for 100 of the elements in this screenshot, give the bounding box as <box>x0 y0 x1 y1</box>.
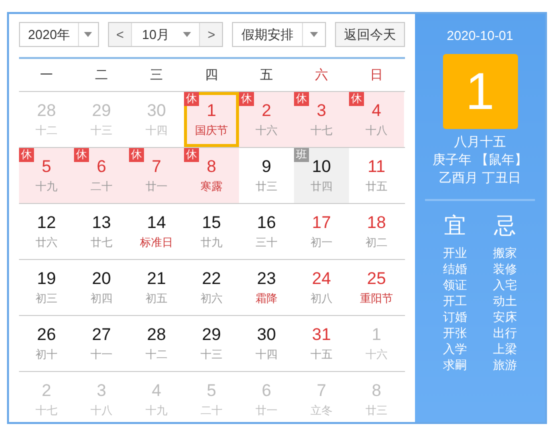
day-number: 27 <box>92 325 111 345</box>
almanac-item: 订婚 <box>443 309 467 325</box>
day-number: 28 <box>147 325 166 345</box>
day-cell[interactable]: 24 初八 <box>294 260 349 315</box>
day-cell[interactable]: 29 十三 <box>184 316 239 371</box>
day-cell[interactable]: 休 2 十六 <box>239 92 294 147</box>
lunar-date: 初一 <box>310 236 332 250</box>
lunar-date: 十一 <box>90 348 112 362</box>
caret-icon <box>310 32 318 37</box>
day-cell[interactable]: 12 廿六 <box>19 204 74 259</box>
day-cell[interactable]: 休 3 十七 <box>294 92 349 147</box>
lunar-date: 十二 <box>146 348 168 362</box>
year-select[interactable]: 2020年 <box>19 22 99 47</box>
almanac-item: 入宅 <box>493 277 517 293</box>
lunar-date: 廿四 <box>310 180 332 194</box>
day-cell[interactable]: 31 十五 <box>294 316 349 371</box>
day-cell[interactable]: 休 5 十九 <box>19 148 74 203</box>
lunar-date: 十四 <box>256 348 278 362</box>
almanac-item: 领证 <box>443 277 467 293</box>
day-number: 7 <box>152 157 162 177</box>
lunar-date: 十八 <box>90 404 112 418</box>
almanac-item: 搬家 <box>493 245 517 261</box>
lunar-date: 初六 <box>200 292 222 306</box>
almanac-item: 入学 <box>443 341 467 357</box>
day-badge: 班 <box>294 148 309 162</box>
day-cell[interactable]: 休 8 寒露 <box>184 148 239 203</box>
day-number: 19 <box>37 269 56 289</box>
day-cell[interactable]: 班 10 廿四 <box>294 148 349 203</box>
day-number: 8 <box>372 381 382 401</box>
day-number: 5 <box>206 381 216 401</box>
weekday-label: 四 <box>204 66 219 84</box>
day-number: 7 <box>316 381 326 401</box>
lunar-date: 寒露 <box>200 180 222 194</box>
lunar-date: 二十 <box>200 404 222 418</box>
day-cell[interactable]: 休 4 十八 <box>349 92 404 147</box>
almanac-item: 结婚 <box>443 261 467 277</box>
day-badge: 休 <box>184 148 199 162</box>
day-number: 8 <box>206 157 216 177</box>
holiday-select[interactable]: 假期安排 <box>232 22 326 47</box>
day-cell[interactable]: 14 标准日 <box>129 204 184 259</box>
day-cell[interactable]: 休 6 二十 <box>74 148 129 203</box>
weekday-label: 三 <box>149 66 164 84</box>
day-cell[interactable]: 16 三十 <box>239 204 294 259</box>
lunar-date: 廿六 <box>36 236 58 250</box>
weekday-label: 二 <box>94 66 109 84</box>
day-badge: 休 <box>129 148 144 162</box>
day-cell[interactable]: 9 廿三 <box>239 148 294 203</box>
lunar-date: 廿一 <box>146 180 168 194</box>
almanac-item: 开业 <box>443 245 467 261</box>
weekday-label: 五 <box>259 66 274 84</box>
day-cell[interactable]: 25 重阳节 <box>349 260 404 315</box>
day-number: 25 <box>367 269 386 289</box>
month-select[interactable]: 10月 <box>131 23 200 46</box>
weekday-label: 日 <box>369 66 384 84</box>
day-number: 24 <box>312 269 331 289</box>
day-number: 2 <box>262 101 272 121</box>
almanac-item: 出行 <box>493 325 517 341</box>
day-cell[interactable]: 18 初二 <box>349 204 404 259</box>
day-number: 3 <box>96 381 106 401</box>
day-number: 1 <box>206 101 216 121</box>
lunar-date: 廿五 <box>366 180 388 194</box>
day-cell[interactable]: 27 十一 <box>74 316 129 371</box>
day-number: 6 <box>96 157 106 177</box>
almanac-item: 装修 <box>493 261 517 277</box>
day-cell[interactable]: 22 初六 <box>184 260 239 315</box>
day-number: 1 <box>372 325 382 345</box>
lunar-date: 十五 <box>310 348 332 362</box>
column-title: 忌 <box>494 212 516 240</box>
day-cell[interactable]: 13 廿七 <box>74 204 129 259</box>
lunar-date: 初十 <box>36 348 58 362</box>
lunar-date: 初四 <box>90 292 112 306</box>
day-cell[interactable]: 28 十二 <box>129 316 184 371</box>
day-number: 10 <box>312 157 331 177</box>
day-number: 18 <box>367 213 386 233</box>
weekday-label: 一 <box>39 66 54 84</box>
almanac-item: 安床 <box>493 309 517 325</box>
day-number: 4 <box>152 381 162 401</box>
day-cell[interactable]: 休 1 国庆节 <box>184 92 239 147</box>
lunar-info: 乙酉月 丁丑日 <box>439 169 521 187</box>
lunar-date: 初八 <box>310 292 332 306</box>
today-button[interactable]: 返回今天 <box>335 22 405 47</box>
lunar-date: 国庆节 <box>195 124 228 138</box>
day-cell[interactable]: 15 廿九 <box>184 204 239 259</box>
lunar-date: 廿三 <box>256 180 278 194</box>
day-cell[interactable]: 19 初三 <box>19 260 74 315</box>
lunar-date: 二十 <box>90 180 112 194</box>
day-cell[interactable]: 17 初一 <box>294 204 349 259</box>
day-badge: 休 <box>349 92 364 106</box>
day-cell[interactable]: 21 初五 <box>129 260 184 315</box>
day-number: 20 <box>92 269 111 289</box>
day-number: 4 <box>372 101 382 121</box>
day-number: 29 <box>202 325 221 345</box>
day-cell[interactable]: 30 十四 <box>239 316 294 371</box>
lunar-date: 初五 <box>146 292 168 306</box>
day-cell[interactable]: 休 7 廿一 <box>129 148 184 203</box>
day-cell[interactable]: 11 廿五 <box>349 148 404 203</box>
lunar-date: 十七 <box>36 404 58 418</box>
day-cell[interactable]: 26 初十 <box>19 316 74 371</box>
day-cell[interactable]: 23 霜降 <box>239 260 294 315</box>
day-cell[interactable]: 20 初四 <box>74 260 129 315</box>
